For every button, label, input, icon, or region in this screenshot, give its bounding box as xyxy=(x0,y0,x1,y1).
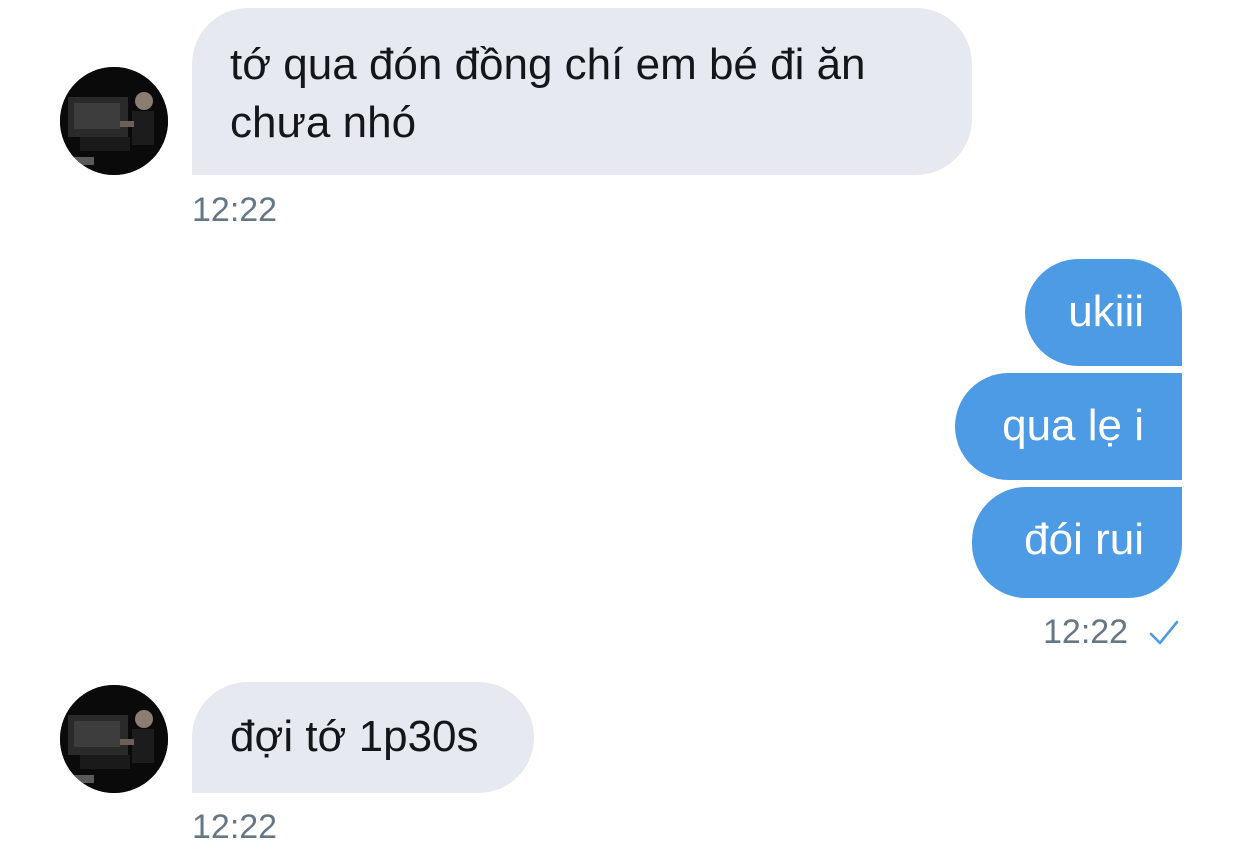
message-bubble-outgoing[interactable]: đói rui xyxy=(972,487,1182,598)
message-text: đói rui xyxy=(1024,515,1144,564)
message-bubble-outgoing[interactable]: qua lẹ i xyxy=(955,373,1182,480)
message-timestamp: 12:22 xyxy=(192,191,278,229)
contact-avatar[interactable] xyxy=(60,67,168,175)
check-icon xyxy=(1148,618,1180,653)
message-timestamp: 12:22 xyxy=(192,808,278,846)
message-bubble-incoming[interactable]: đợi tớ 1p30s xyxy=(192,682,534,793)
message-bubble-outgoing[interactable]: ukiii xyxy=(1025,259,1182,366)
message-text: tớ qua đón đồng chí em bé đi ăn chưa nhó xyxy=(230,40,866,147)
message-timestamp: 12:22 xyxy=(1043,613,1129,651)
contact-avatar[interactable] xyxy=(60,685,168,793)
message-bubble-incoming[interactable]: tớ qua đón đồng chí em bé đi ăn chưa nhó xyxy=(192,8,972,175)
message-text: ukiii xyxy=(1068,287,1144,336)
message-text: qua lẹ i xyxy=(1002,401,1144,450)
message-text: đợi tớ 1p30s xyxy=(230,712,479,761)
